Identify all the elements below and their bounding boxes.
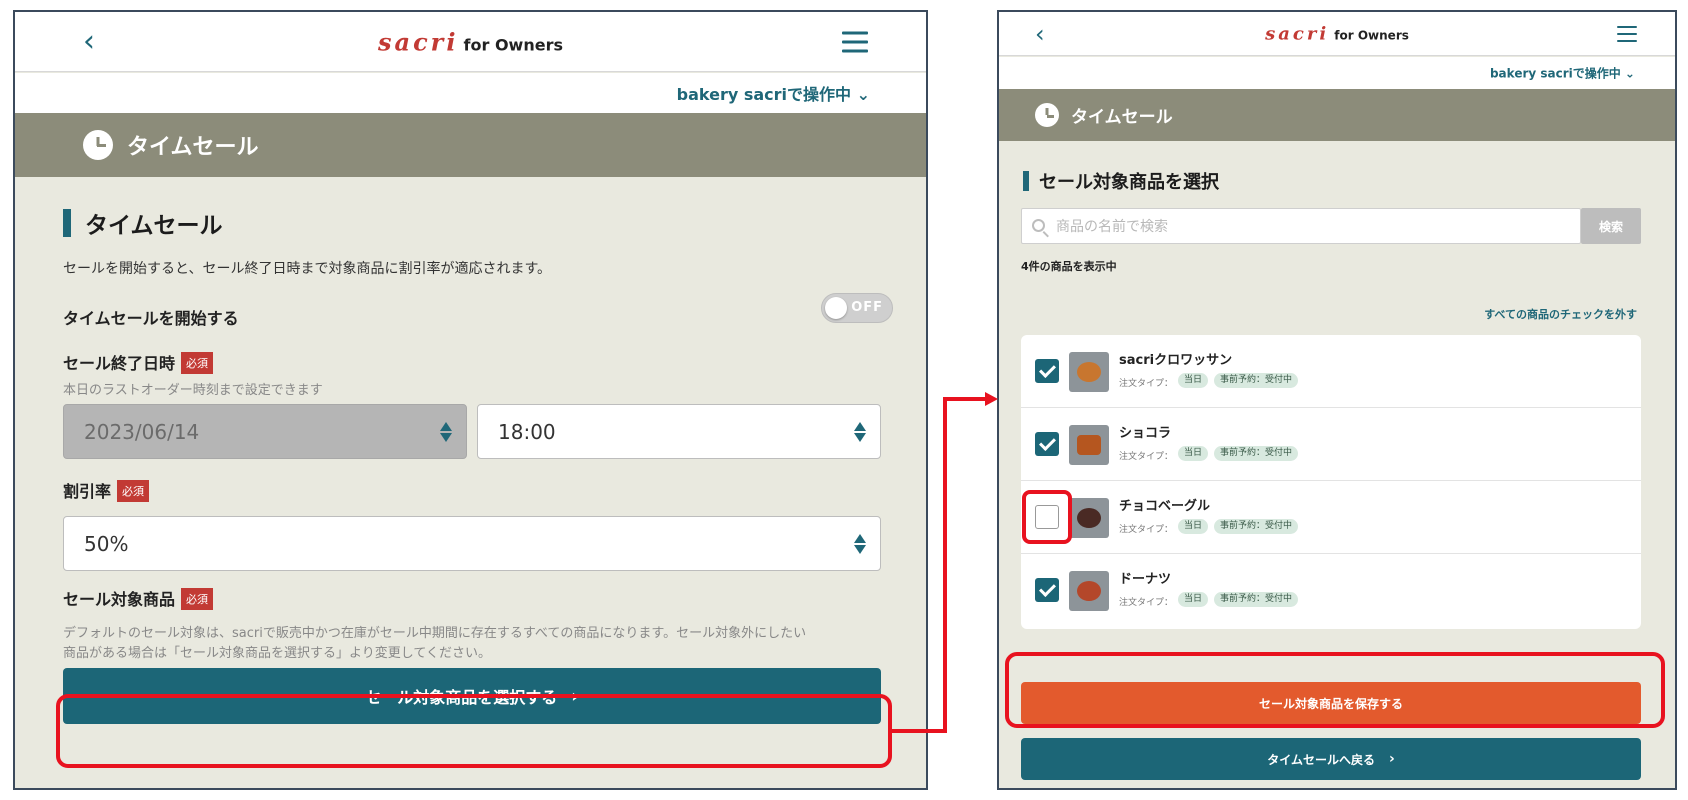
connector-arrow [892, 392, 998, 733]
